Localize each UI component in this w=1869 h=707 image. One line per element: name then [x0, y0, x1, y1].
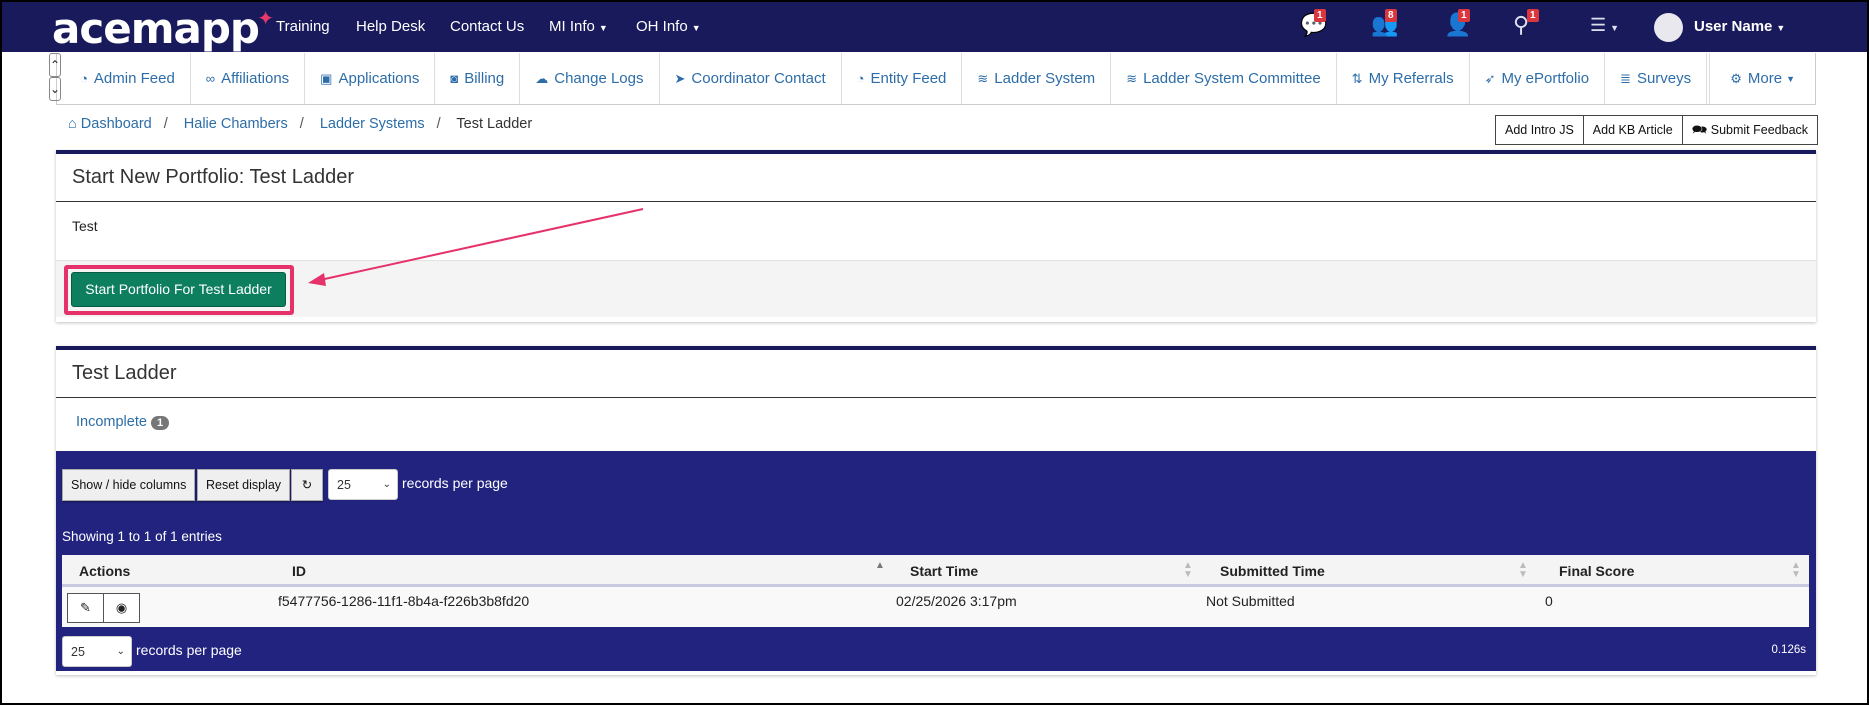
entries-info: Showing 1 to 1 of 1 entries	[62, 529, 222, 544]
col-id[interactable]: ID	[292, 563, 306, 579]
nav-help-desk[interactable]: Help Desk	[356, 18, 425, 35]
gear-icon: ⚙	[1730, 70, 1742, 86]
feedback-icon: 🗪	[1691, 123, 1711, 137]
breadcrumb-dashboard[interactable]: Dashboard	[81, 116, 152, 132]
table-header: Actions ID ▲ Start Time ▲ ▼ Submitted Tim…	[62, 555, 1809, 587]
col-start-time[interactable]: Start Time	[910, 563, 978, 579]
load-time: 0.126s	[1771, 644, 1806, 656]
list-icon: ≣	[1620, 70, 1631, 86]
submit-feedback-button[interactable]: 🗪 Submit Feedback	[1681, 115, 1819, 145]
collapse-toggle: ⌃ ⌄	[49, 53, 62, 104]
menu-icon[interactable]: ☰ ▼	[1590, 15, 1619, 36]
row-actions: ✎ ◉	[67, 593, 140, 623]
breadcrumb-user[interactable]: Halie Chambers	[184, 116, 288, 132]
page-size-select-bottom[interactable]: 25 ⌄	[62, 636, 132, 667]
top-navbar: acemapp ✦ Training Help Desk Contact Us M…	[2, 2, 1867, 53]
module-nav: ⌃ ⌄ ◔ Admin Feed ∞ Affiliations ▣ Applicati…	[49, 53, 1816, 105]
rocket-icon: ➶	[1484, 70, 1496, 86]
col-final-score[interactable]: Final Score	[1559, 563, 1634, 579]
subnav-coordinator-contact[interactable]: ➤ Coordinator Contact	[660, 53, 842, 104]
subnav-change-logs[interactable]: ☁ Change Logs	[520, 53, 660, 104]
breadcrumb: ⌂ Dashboard / Halie Chambers / Ladder Syst…	[68, 116, 533, 132]
count-badge: 1	[150, 416, 170, 430]
money-icon: ◙	[450, 71, 459, 86]
cloud-icon: ☁	[535, 70, 549, 86]
sort-asc-icon[interactable]: ▲	[875, 561, 885, 571]
messages-icon[interactable]: 💬 1	[1300, 9, 1327, 38]
nav-oh-info[interactable]: OH Info ▼	[636, 18, 701, 35]
table-row: ✎ ◉ f5477756-1286-11f1-8b4a-f226b3b8fd20…	[62, 587, 1809, 627]
sort-icon[interactable]: ▲ ▼	[1518, 561, 1528, 580]
add-intro-js-button[interactable]: Add Intro JS	[1495, 115, 1584, 145]
users-icon[interactable]: 👥 8	[1371, 9, 1398, 38]
nav-mi-info[interactable]: MI Info ▼	[549, 18, 608, 35]
subnav-billing[interactable]: ◙ Billing	[435, 53, 521, 104]
panel-title: Start New Portfolio: Test Ladder	[56, 154, 1816, 202]
subnav-applications[interactable]: ▣ Applications	[305, 53, 436, 104]
paper-plane-icon: ➤	[674, 70, 686, 86]
panel-footer: Start Portfolio For Test Ladder	[56, 260, 1816, 317]
page-size-select[interactable]: 25 ⌄	[328, 469, 398, 500]
network-icon[interactable]: ⚲ 1	[1513, 9, 1539, 38]
expand-down-icon[interactable]: ⌄	[49, 77, 62, 101]
reset-display-button[interactable]: Reset display	[197, 469, 291, 501]
col-submitted-time[interactable]: Submitted Time	[1220, 563, 1325, 579]
acemapp-logo[interactable]: acemapp ✦	[52, 4, 274, 53]
records-per-page-label: records per page	[402, 475, 508, 491]
id-card-icon: ▣	[320, 70, 333, 86]
cell-final-score: 0	[1545, 593, 1553, 609]
subnav-surveys[interactable]: ≣ Surveys	[1605, 53, 1708, 104]
subnav-my-eportfolio[interactable]: ➶ My ePortfolio	[1470, 53, 1606, 104]
subnav-entity-feed[interactable]: ◔ Entity Feed	[842, 53, 963, 104]
portfolio-list-panel: Test Ladder Incomplete 1 Show / hide colu…	[56, 346, 1816, 675]
page-actions: Add Intro JS Add KB Article 🗪 Submit Fee…	[1495, 115, 1819, 145]
user-icon[interactable]: 👤 1	[1444, 9, 1471, 38]
edit-pencil-icon[interactable]: ✎	[67, 593, 104, 623]
sort-icon[interactable]: ▲ ▼	[1791, 561, 1801, 580]
panel-description: Test	[72, 218, 98, 234]
subnav-ladder-system[interactable]: ≋ Ladder System	[962, 53, 1112, 104]
cell-start-time: 02/25/2026 3:17pm	[896, 593, 1017, 609]
rss-icon: ◔	[80, 71, 88, 86]
user-menu[interactable]: User Name ▼	[1694, 18, 1785, 35]
subnav-more[interactable]: ⚙ More ▼	[1710, 53, 1815, 104]
start-portfolio-button[interactable]: Start Portfolio For Test Ladder	[71, 272, 286, 307]
cell-id: f5477756-1286-11f1-8b4a-f226b3b8fd20	[278, 593, 530, 609]
link-icon: ∞	[205, 71, 216, 86]
add-kb-article-button[interactable]: Add KB Article	[1582, 115, 1683, 145]
refresh-icon[interactable]: ↻	[291, 469, 323, 501]
subnav-admin-feed[interactable]: ◔ Admin Feed	[65, 53, 191, 104]
rss-icon: ◔	[856, 71, 865, 86]
pool-icon: ≋	[977, 70, 989, 86]
portfolio-table: Actions ID ▲ Start Time ▲ ▼ Submitted Tim…	[62, 555, 1809, 627]
tab-incomplete[interactable]: Incomplete 1	[56, 398, 1816, 446]
breadcrumb-ladder-systems[interactable]: Ladder Systems	[320, 116, 425, 132]
breadcrumb-current: Test Ladder	[456, 116, 533, 132]
retweet-icon: ⇅	[1351, 70, 1363, 86]
data-table-wrapper: Show / hide columns Reset display ↻ 25 ⌄ …	[56, 451, 1816, 671]
home-icon: ⌂	[68, 116, 77, 132]
subnav-ladder-system-committee[interactable]: ≋ Ladder System Committee	[1111, 53, 1337, 104]
start-portfolio-panel: Start New Portfolio: Test Ladder Test St…	[56, 150, 1816, 322]
nav-training[interactable]: Training	[276, 18, 330, 35]
records-per-page-label: records per page	[136, 642, 242, 658]
col-actions: Actions	[79, 563, 131, 579]
nav-contact-us[interactable]: Contact Us	[450, 18, 524, 35]
view-eye-icon[interactable]: ◉	[103, 593, 140, 623]
avatar[interactable]	[1654, 13, 1683, 42]
sort-icon[interactable]: ▲ ▼	[1183, 561, 1193, 580]
cell-submitted-time: Not Submitted	[1206, 593, 1295, 609]
show-hide-columns-button[interactable]: Show / hide columns	[62, 469, 196, 501]
subnav-affiliations[interactable]: ∞ Affiliations	[191, 53, 306, 104]
panel-title: Test Ladder	[56, 350, 1816, 398]
collapse-up-icon[interactable]: ⌃	[49, 53, 62, 77]
pool-icon: ≋	[1126, 70, 1138, 86]
subnav-my-referrals[interactable]: ⇅ My Referrals	[1337, 53, 1470, 104]
